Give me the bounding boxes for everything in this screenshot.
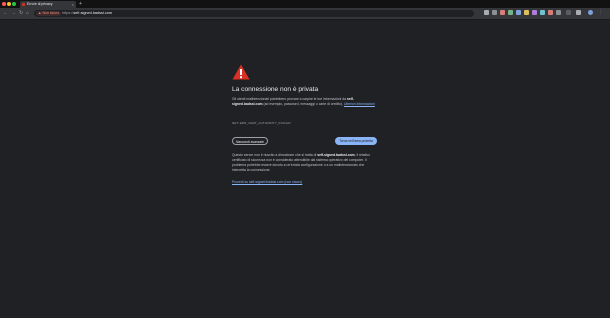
extension-icon[interactable] (484, 10, 489, 15)
menu-kebab-icon[interactable]: ⋮ (598, 10, 603, 15)
tab-title: Errore di privacy (27, 2, 53, 6)
error-code: NET::ERR_CERT_AUTHORITY_INVALID (232, 121, 291, 125)
explanation-prefix: Gli utenti malintenzionati potrebbero pr… (232, 97, 347, 101)
url-text[interactable]: https://self-signed.badssl.com (62, 11, 112, 16)
extension-icon[interactable] (516, 10, 521, 15)
reload-button[interactable]: ↻ (19, 10, 23, 17)
extension-icon[interactable] (576, 10, 581, 15)
maximize-window-button[interactable] (12, 2, 16, 6)
tab-close-icon[interactable]: × (72, 2, 74, 7)
explanation-suffix: (ad esempio, password, messaggi o carte … (262, 102, 344, 106)
details-text: Questo server non è riuscito a dimostrar… (232, 153, 378, 173)
extension-icon[interactable] (524, 10, 529, 15)
forward-button[interactable]: → (11, 10, 16, 17)
back-button[interactable]: ← (3, 10, 8, 17)
extension-icon[interactable] (492, 10, 497, 15)
extension-icon[interactable] (532, 10, 537, 15)
extension-icon[interactable] (556, 10, 561, 15)
warning-triangle-icon: ▲ (38, 11, 42, 15)
back-to-safety-button[interactable]: Torna nell'area protetta (335, 137, 377, 145)
advanced-button[interactable]: Nascondi avanzate (232, 137, 268, 145)
minimize-window-button[interactable] (7, 2, 11, 6)
extension-icon[interactable] (500, 10, 505, 15)
explanation-text: Gli utenti malintenzionati potrebbero pr… (232, 97, 378, 107)
not-secure-label: Non sicuro (42, 11, 60, 15)
extension-icon[interactable] (540, 10, 545, 15)
home-button[interactable]: ⌂ (26, 10, 29, 17)
close-window-button[interactable] (2, 2, 6, 6)
url-host: self-signed.badssl.com (73, 11, 113, 15)
url-scheme: https:// (62, 11, 74, 15)
extension-icon[interactable] (548, 10, 553, 15)
warning-favicon-icon (22, 3, 25, 6)
tab-privacy-error[interactable]: Errore di privacy × (20, 1, 76, 8)
new-tab-button[interactable]: + (79, 1, 82, 7)
details-host: self-signed.badssl.com (317, 153, 355, 157)
toolbar: ← → ↻ ⌂ ▲Non sicuro https://self-signed.… (0, 8, 610, 20)
proceed-unsafe-link[interactable]: Procedi su self-signed.badssl.com (non s… (232, 180, 302, 185)
details-prefix: Questo server non è riuscito a dimostrar… (232, 153, 318, 157)
extension-icon[interactable] (508, 10, 513, 15)
address-bar[interactable]: ▲Non sicuro https://self-signed.badssl.c… (34, 10, 474, 17)
extension-icon[interactable] (566, 10, 571, 15)
page-title: La connessione non è privata (232, 86, 319, 93)
learn-more-link[interactable]: Ulteriori informazioni (344, 102, 375, 106)
not-secure-chip[interactable]: ▲Non sicuro (36, 11, 62, 16)
warning-icon (232, 64, 250, 80)
browser-window: Errore di privacy × + ← → ↻ ⌂ ▲Non sicur… (0, 0, 610, 318)
profile-avatar-icon[interactable] (588, 10, 593, 15)
